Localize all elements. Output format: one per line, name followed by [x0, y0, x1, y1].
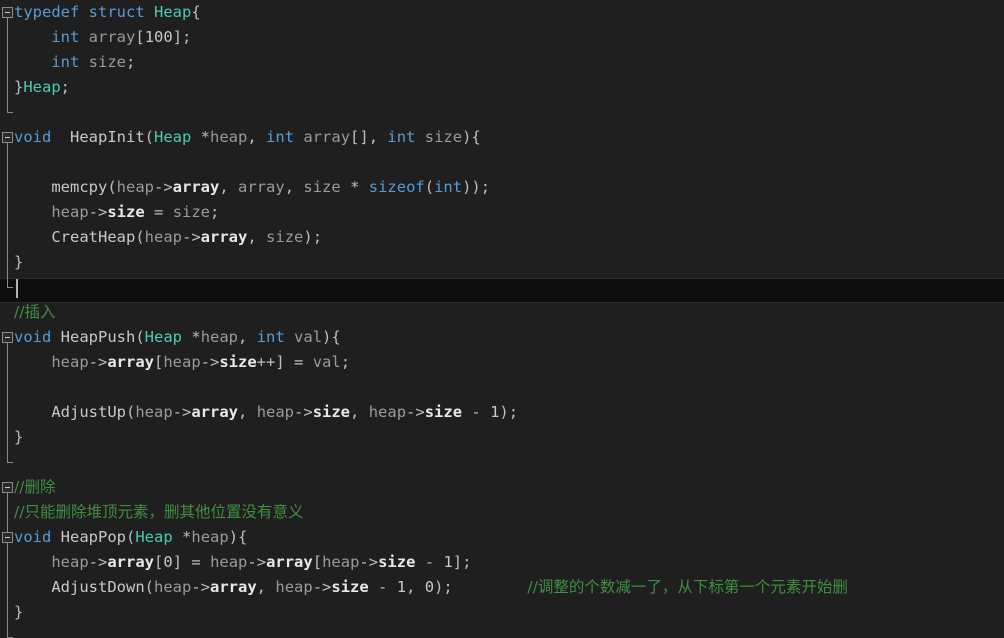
- code-line-text: heap->array[0] = heap->array[heap->size …: [51, 553, 472, 571]
- code-line[interactable]: [0, 275, 1004, 300]
- code-line-text: }: [14, 253, 24, 271]
- code-line[interactable]: CreatHeap(heap->array, size);: [0, 225, 1004, 250]
- code-line[interactable]: }: [0, 425, 1004, 450]
- code-line-text: AdjustDown(heap->array, heap->size - 1, …: [51, 578, 848, 596]
- code-line[interactable]: }: [0, 600, 1004, 625]
- code-line[interactable]: [0, 450, 1004, 475]
- code-line-text: memcpy(heap->array, array, size * sizeof…: [51, 178, 491, 196]
- code-line[interactable]: typedef struct Heap{: [0, 0, 1004, 25]
- code-line[interactable]: memcpy(heap->array, array, size * sizeof…: [0, 175, 1004, 200]
- code-line-text: heap->size = size;: [51, 203, 220, 221]
- code-line-text: int array[100];: [51, 28, 192, 46]
- code-line[interactable]: AdjustUp(heap->array, heap->size, heap->…: [0, 400, 1004, 425]
- code-line-text: //只能删除堆顶元素，删其他位置没有意义: [14, 503, 304, 521]
- code-line-text: }: [14, 603, 24, 621]
- code-text-surface[interactable]: typedef struct Heap{ int array[100]; int…: [0, 0, 1004, 633]
- code-line[interactable]: void HeapPush(Heap *heap, int val){: [0, 325, 1004, 350]
- code-line-text: void HeapPush(Heap *heap, int val){: [14, 328, 341, 346]
- code-line-text: }: [14, 428, 24, 446]
- code-line[interactable]: //删除: [0, 475, 1004, 500]
- code-line-text: //删除: [14, 478, 56, 496]
- code-line[interactable]: [0, 150, 1004, 175]
- code-line-text: heap->array[heap->size++] = val;: [51, 353, 351, 371]
- code-line[interactable]: //插入: [0, 300, 1004, 325]
- code-line-text: void HeapPop(Heap *heap){: [14, 528, 248, 546]
- code-line[interactable]: int size;: [0, 50, 1004, 75]
- code-line[interactable]: }: [0, 250, 1004, 275]
- code-line[interactable]: void HeapInit(Heap *heap, int array[], i…: [0, 125, 1004, 150]
- code-line[interactable]: }Heap;: [0, 75, 1004, 100]
- code-line-text: }Heap;: [14, 78, 71, 96]
- code-line-text: CreatHeap(heap->array, size);: [51, 228, 323, 246]
- code-line[interactable]: AdjustDown(heap->array, heap->size - 1, …: [0, 575, 1004, 600]
- code-editor[interactable]: typedef struct Heap{ int array[100]; int…: [0, 0, 1004, 638]
- code-line[interactable]: heap->array[0] = heap->array[heap->size …: [0, 550, 1004, 575]
- code-line[interactable]: [0, 375, 1004, 400]
- code-line[interactable]: void HeapPop(Heap *heap){: [0, 525, 1004, 550]
- code-line[interactable]: [0, 100, 1004, 125]
- code-line-text: //插入: [14, 303, 56, 321]
- code-line[interactable]: heap->array[heap->size++] = val;: [0, 350, 1004, 375]
- code-line-text: void HeapInit(Heap *heap, int array[], i…: [14, 128, 481, 146]
- code-line[interactable]: int array[100];: [0, 25, 1004, 50]
- code-line[interactable]: heap->size = size;: [0, 200, 1004, 225]
- code-line-text: int size;: [51, 53, 136, 71]
- code-line[interactable]: //只能删除堆顶元素，删其他位置没有意义: [0, 500, 1004, 525]
- code-line-text: AdjustUp(heap->array, heap->size, heap->…: [51, 403, 519, 421]
- code-line-text: typedef struct Heap{: [14, 3, 201, 21]
